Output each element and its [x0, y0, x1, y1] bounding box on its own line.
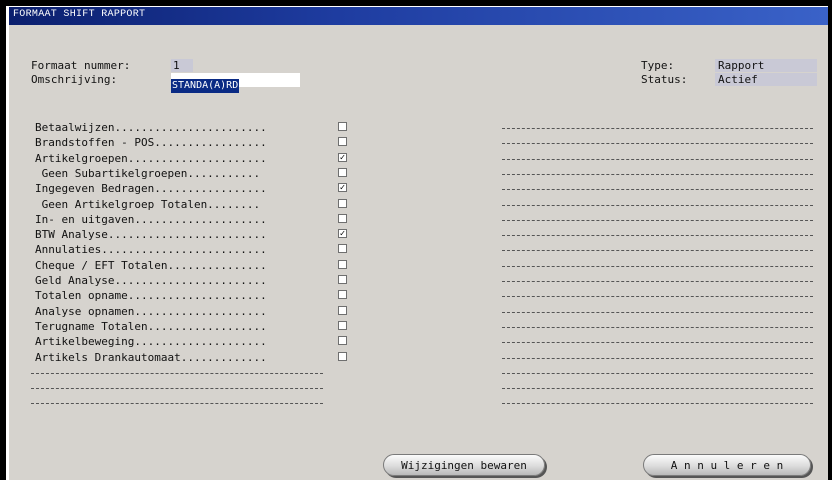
right-column-empty-row: [502, 235, 813, 237]
left-column-empty-row: [31, 403, 323, 405]
right-column-empty-row: [502, 173, 813, 176]
report-option-checkbox[interactable]: [338, 213, 347, 223]
report-option-checkbox[interactable]: [338, 336, 347, 346]
report-option-label: BTW Analyse........................: [35, 228, 267, 242]
right-column-empty-row: [502, 158, 813, 161]
report-option-label: Geld Analyse.......................: [35, 274, 267, 287]
right-column-empty-row: [502, 357, 813, 360]
status-label: Status:: [641, 73, 688, 86]
report-option-checkbox[interactable]: [338, 290, 347, 300]
report-option-label: Ingegeven Bedragen.................: [35, 182, 267, 196]
status-value: Actief: [718, 73, 758, 86]
right-column-empty-row: [502, 265, 813, 268]
format-number-value: 1: [173, 59, 180, 72]
save-changes-button[interactable]: Wijzigingen bewaren: [383, 454, 545, 476]
right-column-empty-row: [502, 250, 813, 252]
right-column-empty-row: [502, 342, 813, 344]
right-column-empty-row: [502, 219, 813, 222]
report-option-checkbox[interactable]: [338, 122, 347, 131]
report-option-label: Betaalwijzen.......................: [35, 121, 267, 134]
right-column-empty-row: [502, 296, 813, 298]
report-option-label: Artikels Drankautomaat.............: [35, 350, 267, 364]
window-title: FORMAAT SHIFT RAPPORT: [13, 9, 146, 20]
report-option-checkbox[interactable]: [338, 198, 347, 208]
report-option-checkbox[interactable]: [338, 320, 347, 330]
report-option-label: Totalen opname.....................: [35, 289, 267, 303]
report-option-label: Brandstoffen - POS.................: [35, 136, 267, 150]
report-option-label: Cheque / EFT Totalen...............: [35, 258, 267, 272]
right-column-empty-row: [502, 403, 813, 405]
report-option-label: In- en uitgaven....................: [35, 212, 267, 226]
report-option-label: Annulaties.........................: [35, 243, 267, 257]
type-label: Type:: [641, 59, 675, 72]
report-option-checkbox[interactable]: [338, 259, 347, 269]
report-option-checkbox[interactable]: [338, 305, 347, 315]
description-label: Omschrijving:: [31, 73, 118, 86]
right-column-empty-row: [502, 281, 813, 283]
report-option-checkbox[interactable]: [338, 244, 347, 254]
report-format-window: FORMAAT SHIFT RAPPORT Formaat nummer: 1 …: [6, 6, 828, 480]
report-option-checkbox[interactable]: ✓: [338, 229, 347, 239]
report-option-checkbox[interactable]: ✓: [338, 152, 347, 162]
right-column-empty-row: [502, 311, 813, 314]
report-option-checkbox[interactable]: ✓: [338, 183, 347, 193]
type-value: Rapport: [718, 59, 765, 72]
left-column-empty-row: [31, 372, 323, 375]
report-option-label: Geen Artikelgroep Totalen........: [35, 197, 261, 211]
right-column-empty-row: [502, 326, 813, 329]
title-bar: FORMAAT SHIFT RAPPORT: [9, 7, 828, 25]
right-column-empty-row: [502, 204, 813, 207]
right-column-empty-row: [502, 388, 813, 390]
report-option-checkbox[interactable]: [338, 167, 347, 177]
report-option-label: Analyse opnamen....................: [35, 304, 267, 318]
report-option-checkbox[interactable]: [338, 275, 347, 284]
description-selected-text: STANDA(A)RD: [171, 79, 240, 93]
report-option-label: Terugname Totalen..................: [35, 319, 267, 333]
report-option-label: Geen Subartikelgroepen...........: [35, 166, 261, 180]
description-input[interactable]: STANDA(A)RD: [171, 73, 300, 93]
report-option-label: Artikelgroepen.....................: [35, 151, 267, 165]
report-option-label: Artikelbeweging....................: [35, 335, 267, 349]
format-number-label: Formaat nummer:: [31, 59, 131, 72]
right-column-empty-row: [502, 372, 813, 375]
right-column-empty-row: [502, 128, 813, 130]
report-option-checkbox[interactable]: [338, 351, 347, 361]
report-option-checkbox[interactable]: [338, 137, 347, 147]
right-column-empty-row: [502, 189, 813, 191]
cancel-button[interactable]: A n n u l e r e n: [643, 454, 811, 476]
right-column-empty-row: [502, 143, 813, 145]
left-column-empty-row: [31, 388, 323, 390]
